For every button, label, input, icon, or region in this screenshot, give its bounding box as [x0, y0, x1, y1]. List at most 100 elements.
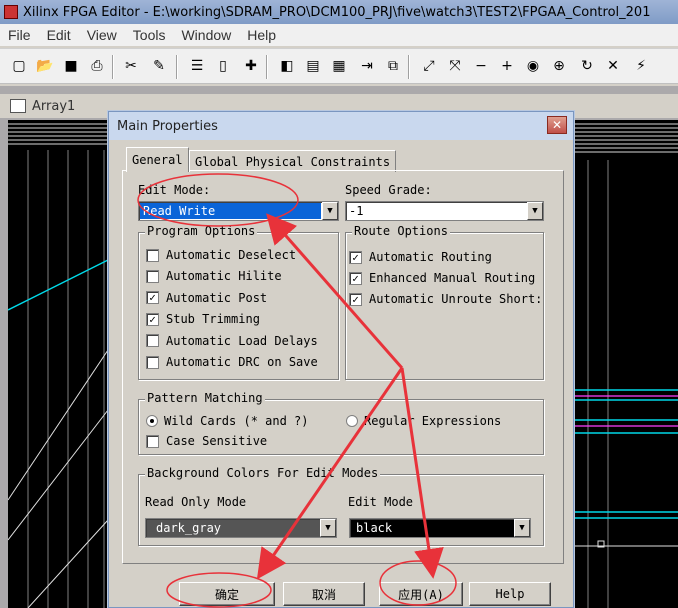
edit-mode-select[interactable]: Read Write ▼: [138, 201, 339, 221]
edit-mode-value: Read Write: [140, 203, 321, 219]
zoom-out-icon[interactable]: −: [470, 55, 492, 77]
checkbox-label: Automatic Post: [166, 290, 268, 305]
zoom-fit-icon[interactable]: ◉: [522, 55, 544, 77]
add-icon[interactable]: ✚: [240, 55, 262, 77]
ok-button[interactable]: 确定: [179, 582, 275, 606]
cancel-button[interactable]: 取消: [283, 582, 365, 606]
checkbox-label: Automatic DRC on Save: [166, 355, 318, 369]
main-properties-dialog: Main Properties ✕ General Global Physica…: [108, 111, 574, 608]
dialog-title: Main Properties: [117, 118, 218, 134]
tab-gpc-label: Global Physical Constraints: [195, 154, 391, 169]
route-icon[interactable]: ⇥: [356, 55, 378, 77]
checkbox-icon: [146, 334, 159, 348]
edit-mode-color-select[interactable]: black ▼: [349, 518, 531, 538]
wild-cards-radio[interactable]: Wild Cards (* and ?): [146, 414, 309, 428]
checkmark-icon: ✓: [146, 291, 159, 305]
toolbar: ▢ 📂 ■ ⎙ ✂ ✎ ☰ ▯ ✚ ◧ ▤ ▦ ⇥ ⧉ ⤢ ⤧ − + ◉ ⊕ ↻ ✕ ⚡: [0, 48, 678, 84]
window-title: Xilinx FPGA Editor - E:\working\SDRAM_PR…: [23, 4, 651, 20]
checkbox-automatic-unroute-short[interactable]: ✓ Automatic Unroute Short:: [349, 292, 542, 306]
zoom-area-icon[interactable]: ⊕: [548, 55, 570, 77]
edit-mode-label: Edit Mode:: [138, 183, 211, 197]
menu-edit[interactable]: Edit: [39, 27, 79, 43]
read-only-color-select[interactable]: dark_gray ▼: [145, 518, 337, 538]
print-icon[interactable]: ⎙: [86, 55, 108, 77]
checkbox-automatic-drc-on-save[interactable]: Automatic DRC on Save: [146, 355, 318, 369]
component-icon[interactable]: ▯: [212, 55, 234, 77]
checkbox-automatic-load-delays[interactable]: Automatic Load Delays: [146, 334, 318, 348]
apply-button[interactable]: 应用(A): [379, 582, 463, 606]
checkbox-automatic-routing[interactable]: ✓ Automatic Routing: [349, 250, 492, 264]
probe-icon[interactable]: ⚡: [630, 55, 652, 77]
cut-icon[interactable]: ✂: [120, 55, 142, 77]
zoom-select-icon[interactable]: ⤧: [444, 55, 466, 77]
checkbox-automatic-hilite[interactable]: Automatic Hilite: [146, 269, 282, 283]
close-icon[interactable]: ✕: [547, 116, 567, 134]
new-file-icon[interactable]: ▢: [8, 55, 30, 77]
menu-file[interactable]: File: [0, 27, 39, 43]
array-window-icon: [10, 99, 26, 113]
checkbox-stub-trimming[interactable]: ✓ Stub Trimming: [146, 312, 260, 326]
tab-global-physical-constraints[interactable]: Global Physical Constraints: [189, 150, 397, 172]
tab-general[interactable]: General: [126, 147, 189, 172]
toolbar-separator: [408, 55, 410, 79]
speed-grade-label: Speed Grade:: [345, 183, 432, 197]
refresh-icon[interactable]: ↻: [576, 55, 598, 77]
checkbox-icon: [146, 355, 159, 369]
chevron-down-icon[interactable]: ▼: [514, 519, 530, 537]
checkbox-enhanced-manual-routing[interactable]: ✓ Enhanced Manual Routing: [349, 271, 535, 285]
speed-grade-select[interactable]: -1 ▼: [345, 201, 544, 221]
grid-icon[interactable]: ▦: [328, 55, 350, 77]
checkmark-icon: ✓: [349, 271, 362, 285]
menu-window[interactable]: Window: [173, 27, 239, 43]
menu-view[interactable]: View: [79, 27, 125, 43]
help-button[interactable]: Help: [469, 582, 551, 606]
chevron-down-icon[interactable]: ▼: [322, 202, 338, 220]
toolbar-separator: [266, 55, 268, 79]
checkbox-icon: [146, 434, 159, 448]
table-icon[interactable]: ▤: [302, 55, 324, 77]
program-options-title: Program Options: [145, 224, 258, 238]
pattern-matching-title: Pattern Matching: [145, 391, 265, 405]
checkmark-icon: ✓: [146, 312, 159, 326]
checkbox-automatic-deselect[interactable]: Automatic Deselect: [146, 248, 296, 262]
toolbar-separator: [112, 55, 114, 79]
panel-icon[interactable]: ◧: [276, 55, 298, 77]
radio-selected-icon: [146, 415, 158, 427]
radio-unselected-icon: [346, 415, 358, 427]
menu-help[interactable]: Help: [239, 27, 284, 43]
route-options-title: Route Options: [352, 224, 450, 238]
fit-icon[interactable]: ⤢: [418, 55, 440, 77]
chevron-down-icon[interactable]: ▼: [527, 202, 543, 220]
edit-mode-color-value: black: [356, 521, 393, 535]
list-icon[interactable]: ☰: [186, 55, 208, 77]
menu-tools[interactable]: Tools: [125, 27, 174, 43]
checkmark-icon: ✓: [349, 292, 362, 306]
wild-cards-label: Wild Cards (* and ?): [164, 414, 309, 428]
checkbox-label: Enhanced Manual Routing: [369, 271, 536, 285]
background-colors-title: Background Colors For Edit Modes: [145, 466, 381, 480]
checkbox-label: Automatic Deselect: [166, 248, 297, 262]
case-sensitive-label: Case Sensitive: [166, 434, 268, 448]
dialog-title-bar: Main Properties ✕: [109, 112, 573, 140]
paste-icon[interactable]: ✎: [148, 55, 170, 77]
checkbox-automatic-post[interactable]: ✓ Automatic Post: [146, 291, 267, 305]
zoom-in-icon[interactable]: +: [496, 55, 518, 77]
checkmark-icon: ✓: [349, 250, 362, 264]
open-folder-icon[interactable]: 📂: [34, 55, 56, 77]
regular-expressions-label: Regular Expressions: [364, 414, 502, 428]
save-icon[interactable]: ■: [60, 55, 82, 77]
tab-general-label: General: [132, 153, 183, 167]
checkbox-label: Stub Trimming: [166, 312, 260, 327]
copy-icon[interactable]: ⧉: [382, 55, 404, 77]
read-only-color-value: dark_gray: [156, 521, 222, 535]
regular-expressions-radio[interactable]: Regular Expressions: [346, 414, 501, 428]
checkbox-label: Automatic Unroute Short:: [369, 292, 543, 306]
case-sensitive-checkbox[interactable]: Case Sensitive: [146, 434, 267, 448]
checkbox-label: Automatic Hilite: [166, 269, 282, 284]
checkbox-label: Automatic Load Delays: [166, 333, 318, 348]
window-title-bar: Xilinx FPGA Editor - E:\working\SDRAM_PR…: [0, 0, 678, 24]
chevron-down-icon[interactable]: ▼: [320, 519, 336, 537]
speed-grade-value: -1: [349, 204, 364, 218]
menu-bar: File Edit View Tools Window Help: [0, 24, 678, 46]
stop-icon[interactable]: ✕: [602, 55, 624, 77]
